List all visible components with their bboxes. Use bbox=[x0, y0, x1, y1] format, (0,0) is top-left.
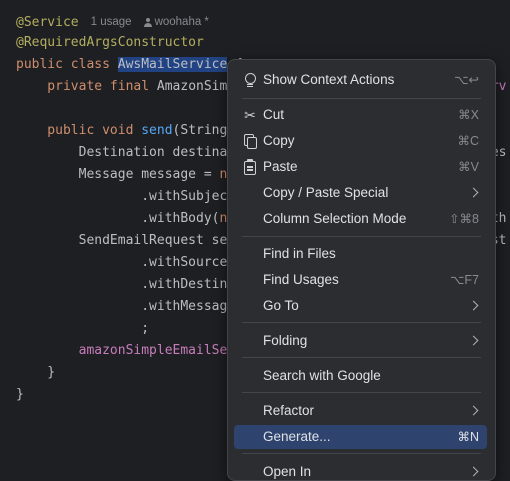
code-line-10: SendEmailRequest se bbox=[16, 233, 228, 248]
code-line-8: .withSubjec bbox=[16, 189, 228, 204]
chevron-right-icon bbox=[468, 300, 479, 311]
code-line-17: } bbox=[16, 387, 24, 402]
code-line-4: private final AmazonSim bbox=[16, 79, 228, 94]
code-line-2: @RequiredArgsConstructor bbox=[16, 35, 204, 50]
code-line-16: } bbox=[16, 365, 56, 380]
paste-icon bbox=[242, 159, 258, 175]
lightbulb-icon bbox=[242, 72, 258, 88]
chevron-right-icon bbox=[468, 335, 479, 346]
menu-separator bbox=[242, 392, 481, 393]
code-line-3: public class AwsMailService { bbox=[16, 57, 243, 72]
author-hint[interactable]: woohaha * bbox=[143, 16, 209, 28]
menu-item-refactor[interactable]: Refactor bbox=[234, 399, 487, 423]
code-line-15: amazonSimpleEmailSe bbox=[16, 343, 228, 358]
menu-separator bbox=[242, 236, 481, 237]
editor-context-menu: Show Context Actions ⌥↩ ✂ Cut ⌘X Copy ⌘C… bbox=[227, 59, 496, 481]
menu-item-copy-paste-special[interactable]: Copy / Paste Special bbox=[234, 181, 487, 205]
code-line-6: Destination destina bbox=[16, 145, 228, 160]
menu-separator bbox=[242, 322, 481, 323]
copy-icon bbox=[242, 133, 258, 149]
code-line-7: Message message = n bbox=[16, 167, 228, 182]
usages-hint[interactable]: 1 usage bbox=[91, 16, 132, 28]
menu-item-column-selection-mode[interactable]: Column Selection Mode ⇧⌘8 bbox=[234, 207, 487, 231]
author-name: woohaha * bbox=[154, 16, 209, 28]
code-line-14: ; bbox=[16, 321, 150, 336]
menu-item-folding[interactable]: Folding bbox=[234, 329, 487, 353]
chevron-right-icon bbox=[468, 405, 479, 416]
code-line-5: public void send(String bbox=[16, 123, 228, 138]
menu-item-find-usages[interactable]: Find Usages ⌥F7 bbox=[234, 268, 487, 292]
menu-separator bbox=[242, 453, 481, 454]
scissors-icon: ✂ bbox=[244, 107, 256, 123]
menu-item-cut[interactable]: ✂ Cut ⌘X bbox=[234, 103, 487, 127]
chevron-right-icon bbox=[468, 187, 479, 198]
menu-item-search-with-google[interactable]: Search with Google bbox=[234, 364, 487, 388]
code-line-12: .withDestin bbox=[16, 277, 228, 292]
code-line-13: .withMessag bbox=[16, 299, 228, 314]
menu-item-find-in-files[interactable]: Find in Files bbox=[234, 242, 487, 266]
menu-separator bbox=[242, 357, 481, 358]
menu-item-paste[interactable]: Paste ⌘V bbox=[234, 155, 487, 179]
selected-class-name[interactable]: AwsMailService bbox=[117, 57, 228, 72]
menu-item-open-in[interactable]: Open In bbox=[234, 460, 487, 480]
menu-item-copy[interactable]: Copy ⌘C bbox=[234, 129, 487, 153]
chevron-right-icon bbox=[468, 466, 479, 477]
menu-item-go-to[interactable]: Go To bbox=[234, 294, 487, 318]
service-annotation: @Service bbox=[16, 14, 79, 30]
code-line-11: .withSource bbox=[16, 255, 228, 270]
menu-item-show-context-actions[interactable]: Show Context Actions ⌥↩ bbox=[234, 68, 487, 92]
menu-item-generate[interactable]: Generate... ⌘N bbox=[234, 425, 487, 449]
code-line-1: @Service 1 usage woohaha * bbox=[16, 12, 209, 32]
code-line-9: .withBody(n bbox=[16, 211, 228, 226]
menu-separator bbox=[242, 98, 481, 99]
person-icon bbox=[143, 17, 152, 27]
